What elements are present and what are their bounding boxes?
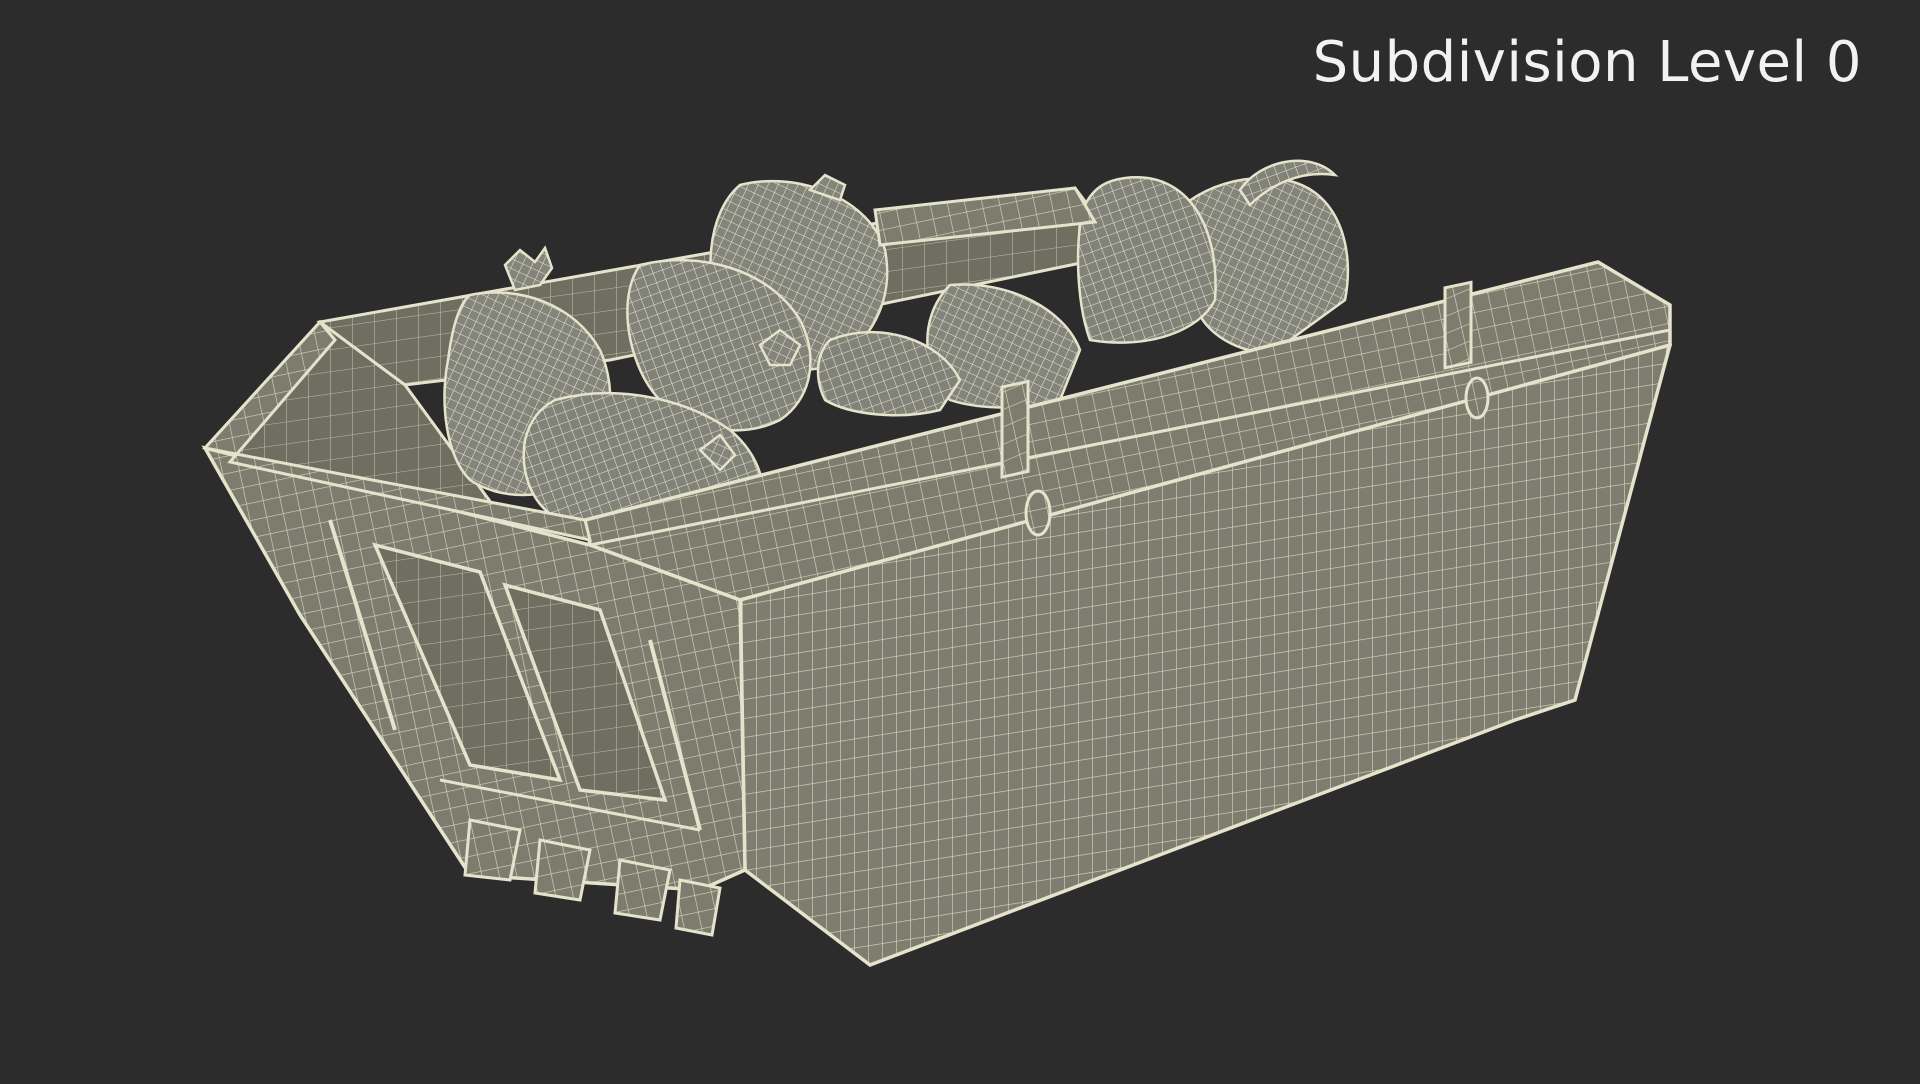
- skip-rim-post: [1000, 379, 1030, 479]
- wireframe-scene: [201, 159, 1673, 967]
- subdivision-level-label: Subdivision Level 0: [1312, 30, 1862, 95]
- skip-rim-post: [1443, 280, 1473, 370]
- render-viewport: [0, 0, 1920, 1080]
- skip-lifting-lug: [1024, 489, 1052, 537]
- skip-lifting-lug: [1464, 376, 1490, 420]
